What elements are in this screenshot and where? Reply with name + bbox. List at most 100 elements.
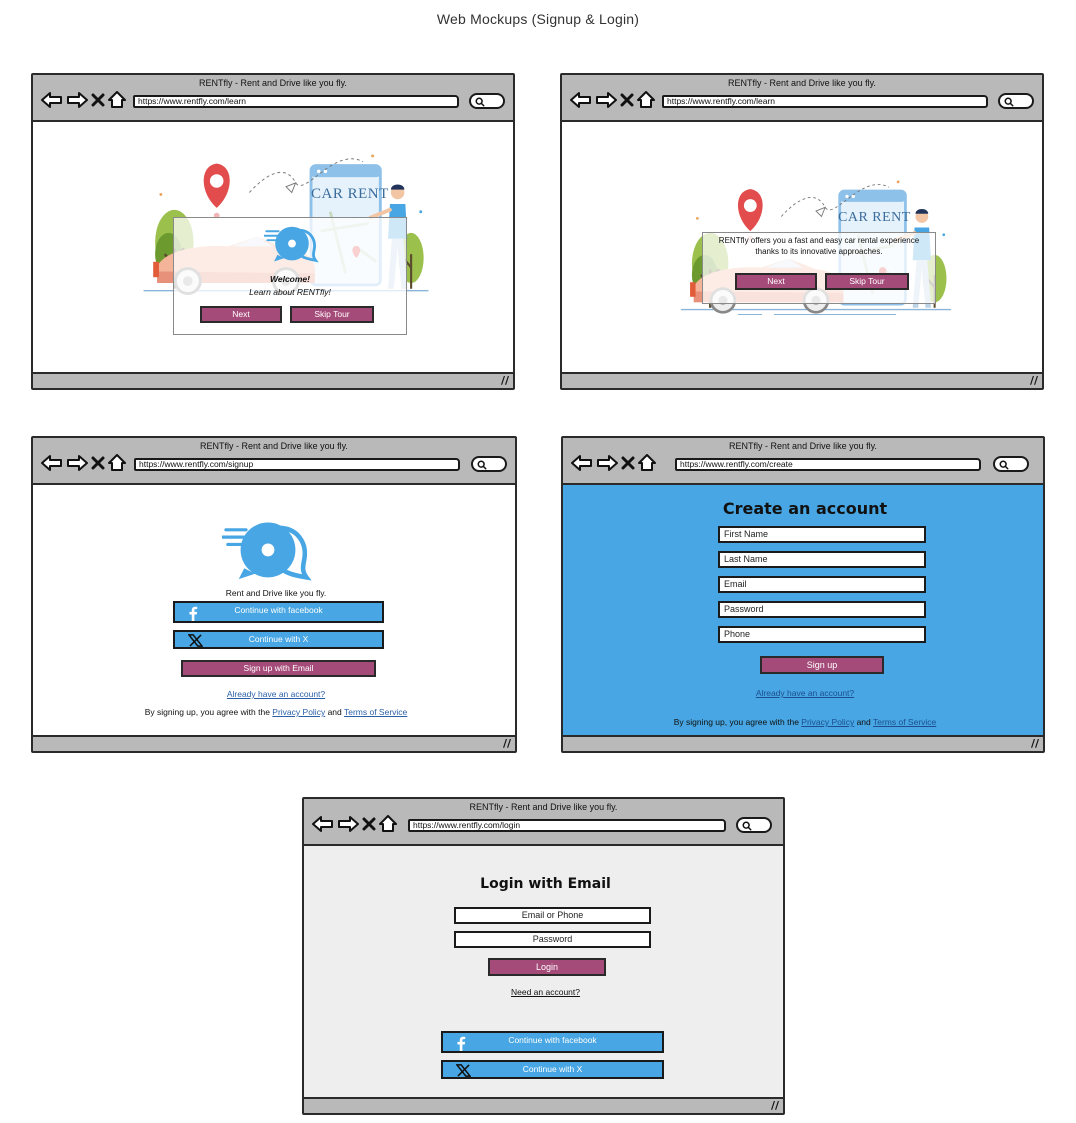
- browser-window-learn-2: RENTfly - Rent and Drive like you fly. h…: [560, 73, 1044, 390]
- next-button[interactable]: Next: [735, 273, 817, 290]
- resize-grip-icon[interactable]: //: [1030, 374, 1038, 387]
- home-icon[interactable]: [638, 454, 656, 472]
- learn-about-text: Learn about RENTfly!: [249, 287, 331, 297]
- url-bar[interactable]: https://www.rentfly.com/learn: [662, 95, 988, 108]
- login-content: Login with Email Email or Phone Password…: [304, 846, 783, 1097]
- terms-text: By signing up, you agree with the Privac…: [33, 707, 515, 717]
- phone-field[interactable]: Phone: [718, 626, 926, 643]
- search-button[interactable]: [469, 93, 505, 109]
- forward-arrow-icon[interactable]: [595, 91, 617, 109]
- window-title: RENTfly - Rent and Drive like you fly.: [728, 78, 876, 88]
- url-bar[interactable]: https://www.rentfly.com/login: [408, 819, 726, 832]
- back-arrow-icon[interactable]: [41, 91, 63, 109]
- facebook-button-label: Continue with facebook: [234, 605, 323, 615]
- continue-with-facebook-button[interactable]: Continue with facebook: [441, 1031, 664, 1053]
- privacy-policy-link[interactable]: Privacy Policy: [801, 717, 854, 727]
- window-title: RENTfly - Rent and Drive like you fly.: [200, 441, 348, 451]
- tour-card: Welcome! Learn about RENTfly! Next Skip …: [173, 217, 407, 335]
- home-icon[interactable]: [637, 91, 655, 109]
- sign-up-button[interactable]: Sign up: [760, 656, 884, 674]
- continue-with-x-button[interactable]: Continue with X: [173, 630, 384, 649]
- search-button[interactable]: [736, 817, 772, 833]
- tour-description-line-2: thanks to its innovative approaches.: [755, 247, 883, 256]
- url-bar[interactable]: https://www.rentfly.com/signup: [134, 458, 460, 471]
- facebook-button-label: Continue with facebook: [508, 1035, 597, 1045]
- need-account-link[interactable]: Need an account?: [304, 987, 783, 997]
- browser-footer: //: [304, 1097, 783, 1113]
- back-arrow-icon[interactable]: [570, 91, 592, 109]
- resize-grip-icon[interactable]: //: [501, 374, 509, 387]
- back-arrow-icon[interactable]: [41, 454, 63, 472]
- x-logo-icon: [188, 634, 203, 647]
- resize-grip-icon[interactable]: //: [503, 737, 511, 750]
- terms-prefix: By signing up, you agree with the: [673, 717, 799, 727]
- next-button[interactable]: Next: [200, 306, 282, 323]
- search-button[interactable]: [998, 93, 1034, 109]
- forward-arrow-icon[interactable]: [596, 454, 618, 472]
- login-heading: Login with Email: [480, 876, 611, 892]
- close-icon[interactable]: [620, 93, 634, 107]
- already-have-account-link[interactable]: Already have an account?: [563, 688, 1043, 698]
- first-name-field[interactable]: First Name: [718, 526, 926, 543]
- close-icon[interactable]: [91, 456, 105, 470]
- login-button[interactable]: Login: [488, 958, 606, 976]
- browser-footer: //: [563, 735, 1043, 751]
- tour-card: RENTfly offers you a fast and easy car r…: [702, 232, 936, 304]
- browser-window-login: RENTfly - Rent and Drive like you fly. h…: [302, 797, 785, 1115]
- already-have-account-link[interactable]: Already have an account?: [33, 689, 515, 699]
- car-rent-sign: CAR RENT: [838, 210, 911, 225]
- last-name-field[interactable]: Last Name: [718, 551, 926, 568]
- browser-chrome: RENTfly - Rent and Drive like you fly. h…: [33, 438, 515, 485]
- close-icon[interactable]: [91, 93, 105, 107]
- search-icon: [477, 460, 487, 470]
- continue-with-facebook-button[interactable]: Continue with facebook: [173, 601, 384, 623]
- learn-1-content: CAR RENT Welcome! Learn about RENTfly! N…: [33, 122, 513, 372]
- skip-tour-button[interactable]: Skip Tour: [290, 306, 374, 323]
- search-icon: [475, 97, 485, 107]
- sign-up-with-email-button[interactable]: Sign up with Email: [181, 660, 376, 677]
- terms-of-service-link[interactable]: Terms of Service: [344, 707, 407, 717]
- password-field[interactable]: Password: [454, 931, 651, 948]
- create-account-heading: Create an account: [722, 499, 888, 518]
- email-or-phone-field[interactable]: Email or Phone: [454, 907, 651, 924]
- close-icon[interactable]: [621, 456, 635, 470]
- url-bar[interactable]: https://www.rentfly.com/learn: [133, 95, 459, 108]
- forward-arrow-icon[interactable]: [66, 454, 88, 472]
- back-arrow-icon[interactable]: [312, 815, 334, 833]
- signup-content: Rent and Drive like you fly. Continue wi…: [33, 485, 515, 735]
- home-icon[interactable]: [379, 815, 397, 833]
- page-title: Web Mockups (Signup & Login): [436, 11, 640, 27]
- terms-of-service-link[interactable]: Terms of Service: [873, 717, 936, 727]
- rentfly-logo: [222, 517, 314, 581]
- back-arrow-icon[interactable]: [571, 454, 593, 472]
- tour-description-line-1: RENTfly offers you a fast and easy car r…: [718, 236, 920, 245]
- search-icon: [742, 821, 752, 831]
- search-button[interactable]: [993, 456, 1029, 472]
- password-field[interactable]: Password: [718, 601, 926, 618]
- url-bar[interactable]: https://www.rentfly.com/create: [675, 458, 981, 471]
- browser-window-signup: RENTfly - Rent and Drive like you fly. h…: [31, 436, 517, 753]
- email-field[interactable]: Email: [718, 576, 926, 593]
- search-icon: [1004, 97, 1014, 107]
- browser-chrome: RENTfly - Rent and Drive like you fly. h…: [562, 75, 1042, 122]
- create-account-content: Create an account First Name Last Name E…: [563, 485, 1043, 735]
- forward-arrow-icon[interactable]: [337, 815, 359, 833]
- home-icon[interactable]: [108, 91, 126, 109]
- continue-with-x-button[interactable]: Continue with X: [441, 1060, 664, 1079]
- home-icon[interactable]: [108, 454, 126, 472]
- forward-arrow-icon[interactable]: [66, 91, 88, 109]
- browser-window-learn-1: RENTfly - Rent and Drive like you fly. h…: [31, 73, 515, 390]
- x-button-label: Continue with X: [248, 634, 309, 644]
- x-logo-icon: [456, 1064, 471, 1077]
- search-button[interactable]: [471, 456, 507, 472]
- resize-grip-icon[interactable]: //: [771, 1099, 779, 1112]
- browser-chrome: RENTfly - Rent and Drive like you fly. h…: [33, 75, 513, 122]
- close-icon[interactable]: [362, 817, 376, 831]
- terms-prefix: By signing up, you agree with the: [144, 707, 270, 717]
- tagline: Rent and Drive like you fly.: [225, 588, 327, 598]
- skip-tour-button[interactable]: Skip Tour: [825, 273, 909, 290]
- learn-2-content: CAR RENT RENTfly offers you a fast and e…: [562, 122, 1042, 372]
- privacy-policy-link[interactable]: Privacy Policy: [272, 707, 325, 717]
- resize-grip-icon[interactable]: //: [1031, 737, 1039, 750]
- divider: [738, 314, 762, 315]
